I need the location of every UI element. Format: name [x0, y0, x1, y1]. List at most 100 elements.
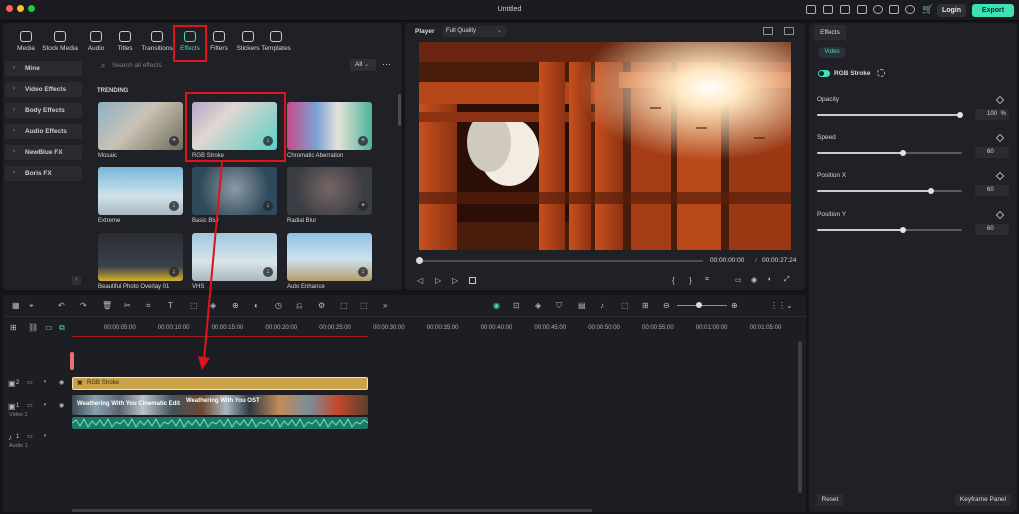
download-icon[interactable]: ↓: [169, 267, 179, 277]
folder-icon[interactable]: ▭: [27, 402, 33, 409]
browser-scrollbar[interactable]: [398, 94, 401, 126]
audio-waveform[interactable]: [72, 417, 368, 429]
folder-icon[interactable]: ▭: [27, 379, 33, 386]
snap-icon[interactable]: ⧉: [59, 323, 65, 333]
snapshot-view-icon[interactable]: [784, 27, 794, 35]
keyframe-panel-button[interactable]: Keyframe Panel: [955, 494, 1011, 506]
previous-frame-icon[interactable]: ◁: [417, 276, 423, 285]
media-library-icon[interactable]: [823, 5, 833, 14]
snapshot-icon[interactable]: ⬚: [621, 301, 629, 310]
mute-icon[interactable]: ◖: [43, 379, 47, 385]
settings-chevron-icon[interactable]: ⌄: [786, 301, 793, 310]
mute-icon[interactable]: ◖: [43, 433, 47, 439]
playback-scrubber[interactable]: [416, 257, 423, 264]
subtitle-icon[interactable]: ▤: [578, 301, 586, 310]
crop-zoom-icon[interactable]: ⬚: [340, 301, 348, 310]
adjust-icon[interactable]: ⚙: [318, 301, 325, 310]
download-icon[interactable]: ↓: [169, 201, 179, 211]
mark-out-icon[interactable]: }: [689, 276, 692, 285]
playback-progress-track[interactable]: [419, 260, 703, 262]
tab-transitions[interactable]: Transitions: [139, 31, 175, 52]
sidebar-item-boris-fx[interactable]: › Boris FX: [5, 166, 82, 181]
sidebar-item-mine[interactable]: › Mine: [5, 61, 82, 76]
zoom-out-icon[interactable]: ⊖: [663, 301, 670, 310]
grid-layout-icon[interactable]: ⋮⋮: [770, 301, 786, 310]
layout-icon[interactable]: ▦: [12, 301, 20, 310]
sidebar-item-audio-effects[interactable]: › Audio Effects: [5, 124, 82, 139]
download-icon[interactable]: ↓: [263, 201, 273, 211]
video-clip[interactable]: Weathering With You Cinematic Edit Weath…: [72, 395, 368, 415]
collapse-sidebar-button[interactable]: ‹: [72, 276, 81, 285]
grid-view-icon[interactable]: [763, 27, 773, 35]
camera-icon[interactable]: ◉: [751, 276, 757, 284]
cut-icon[interactable]: ✂: [124, 301, 131, 310]
effect-enable-toggle[interactable]: [818, 70, 830, 77]
param-value-field[interactable]: 60: [975, 185, 1009, 196]
undo-icon[interactable]: ↶: [58, 301, 65, 310]
effect-settings-icon[interactable]: [877, 69, 885, 77]
upload-icon[interactable]: [806, 5, 816, 14]
expand-icon[interactable]: ⤢: [784, 276, 790, 284]
split-icon[interactable]: ⎌: [296, 301, 302, 311]
search-input[interactable]: Search all effects: [112, 62, 162, 69]
stop-icon[interactable]: [469, 277, 476, 284]
tab-effects[interactable]: Effects: [814, 25, 846, 40]
crop-icon[interactable]: ⌗: [146, 301, 151, 311]
more-tools-icon[interactable]: »: [383, 301, 387, 310]
display-icon[interactable]: ▭: [735, 276, 742, 284]
download-icon[interactable]: ↓: [358, 267, 368, 277]
login-button[interactable]: Login: [937, 4, 966, 17]
record-icon[interactable]: ⬚: [360, 301, 368, 310]
speed-icon[interactable]: ◷: [275, 301, 282, 310]
delete-icon[interactable]: 🗑: [102, 301, 112, 310]
zoom-slider[interactable]: [677, 305, 727, 306]
add-icon[interactable]: +: [169, 136, 179, 146]
export-button[interactable]: Export: [972, 4, 1014, 17]
param-value-field[interactable]: 60: [975, 147, 1009, 158]
select-tool-icon[interactable]: ⌖: [29, 301, 34, 311]
render-icon[interactable]: ⊞: [642, 301, 649, 310]
folder-icon[interactable]: ▭: [27, 433, 33, 440]
filter-dropdown[interactable]: All ⌄: [350, 59, 376, 71]
mask-icon[interactable]: ◐: [254, 301, 259, 310]
screen-icon[interactable]: [857, 5, 867, 14]
cart-icon[interactable]: 🛒: [922, 4, 933, 15]
quality-dropdown[interactable]: Full Quality ⌄: [443, 26, 506, 37]
skip-forward-icon[interactable]: ▷: [435, 276, 441, 285]
voice-icon[interactable]: ♪: [600, 301, 604, 310]
shield-icon[interactable]: ⛉: [556, 301, 562, 311]
slider-knob[interactable]: [899, 150, 906, 156]
zoom-in-icon[interactable]: ⊕: [731, 301, 738, 310]
zoom-icon[interactable]: ⊕: [232, 301, 239, 310]
track-icon[interactable]: ▭: [45, 323, 53, 332]
marker-icon[interactable]: ◈: [535, 301, 541, 310]
ai-tools-icon[interactable]: ⊡: [513, 301, 520, 310]
sidebar-item-video-effects[interactable]: › Video Effects: [5, 82, 82, 97]
tab-titles[interactable]: Titles: [107, 31, 143, 52]
tab-stock-media[interactable]: Stock Media: [42, 31, 78, 52]
add-track-icon[interactable]: ⊞: [10, 323, 17, 332]
slider-knob[interactable]: [899, 227, 906, 233]
zoom-slider-knob[interactable]: [696, 302, 702, 308]
video-preview[interactable]: 一 一 一: [419, 42, 791, 250]
link-icon[interactable]: ⛓: [28, 323, 38, 332]
eye-icon[interactable]: ◉: [59, 379, 64, 386]
save-icon[interactable]: [840, 5, 850, 14]
sidebar-item-body-effects[interactable]: › Body Effects: [5, 103, 82, 118]
mark-in-icon[interactable]: {: [672, 276, 675, 285]
auto-ripple-icon[interactable]: ◉: [493, 301, 500, 310]
fullscreen-preview-icon[interactable]: ⌗: [705, 276, 709, 284]
download-icon[interactable]: ↓: [263, 267, 273, 277]
more-options-icon[interactable]: ⋯: [382, 59, 391, 70]
param-value-field[interactable]: 100%: [975, 109, 1009, 120]
timeline-horizontal-scrollbar[interactable]: [72, 509, 592, 512]
tab-templates[interactable]: Templates: [258, 31, 294, 52]
redo-icon[interactable]: ↷: [80, 301, 87, 310]
tab-video[interactable]: Video: [818, 47, 846, 58]
sidebar-item-newblue-fx[interactable]: › NewBlue FX: [5, 145, 82, 160]
gift-icon[interactable]: [905, 5, 915, 14]
playhead[interactable]: [70, 352, 74, 370]
volume-icon[interactable]: ◖: [767, 276, 771, 283]
reset-button[interactable]: Reset: [817, 494, 843, 506]
text-tool-icon[interactable]: T: [168, 301, 173, 310]
